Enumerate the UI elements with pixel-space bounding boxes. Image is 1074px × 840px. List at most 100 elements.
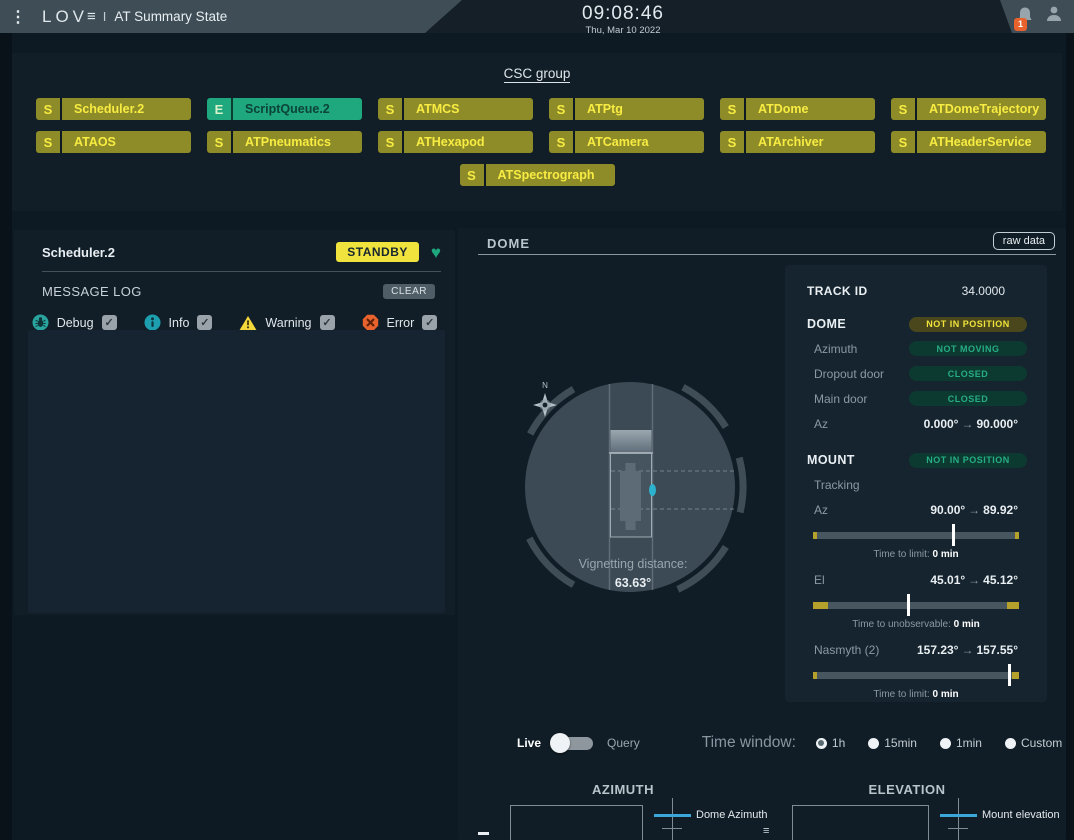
filter-error: Error ✓: [362, 314, 438, 331]
scheduler-title: Scheduler.2: [42, 245, 115, 260]
dome-panel-title: DOME: [487, 236, 530, 251]
csc-button-athexapod[interactable]: SATHexapod: [378, 131, 533, 153]
mount-position-status: NOT IN POSITION: [909, 453, 1027, 468]
filter-label: Debug: [57, 316, 94, 330]
notification-count-badge: 1: [1014, 18, 1027, 31]
filter-debug: Debug ✓: [32, 314, 117, 331]
topbar-left-section: ⋮ LOV ≡ I AT Summary State: [0, 0, 462, 33]
toggle-knob[interactable]: [550, 733, 570, 753]
raw-data-button[interactable]: raw data: [993, 232, 1055, 250]
top-navigation-bar: ⋮ LOV ≡ I AT Summary State 09:08:46 Thu,…: [0, 0, 1074, 33]
dome-shutter-opening: [611, 430, 652, 453]
notifications-bell-icon[interactable]: 1: [1016, 6, 1036, 28]
nasmyth-slider-block: Time to limit: 0 min: [785, 664, 1047, 704]
query-label: Query: [607, 736, 640, 750]
filter-info: Info ✓: [144, 314, 213, 331]
radio-15min[interactable]: [868, 738, 879, 749]
time-window-1h[interactable]: 1h: [816, 736, 845, 750]
csc-state-badge: S: [891, 98, 915, 120]
csc-state-badge: E: [207, 98, 231, 120]
az-target: 90.000°: [976, 417, 1018, 431]
dropout-door-row: Dropout door CLOSED: [785, 361, 1047, 386]
radio-custom[interactable]: [1005, 738, 1016, 749]
csc-group-title: CSC group: [12, 53, 1062, 81]
nasmyth-values: 157.23°→157.55°: [917, 643, 1027, 657]
warning-checkbox[interactable]: ✓: [320, 315, 335, 330]
csc-state-badge: S: [36, 131, 60, 153]
azimuth-marker: [649, 484, 656, 496]
warning-triangle-icon: [239, 315, 257, 331]
csc-state-badge: S: [891, 131, 915, 153]
drag-grip-icon[interactable]: ≡: [763, 825, 769, 837]
live-query-toggle[interactable]: [553, 737, 593, 750]
row-label: Dropout door: [814, 367, 884, 381]
telescope-shape: [620, 463, 641, 530]
csc-state-badge: S: [378, 98, 402, 120]
csc-button-scheduler2[interactable]: SScheduler.2: [36, 98, 191, 120]
azimuth-chart-legend: Dome Azimuth 0: [654, 798, 744, 840]
debug-checkbox[interactable]: ✓: [102, 315, 117, 330]
elevation-chart-title: ELEVATION: [837, 782, 977, 797]
time-window-15min[interactable]: 15min: [868, 736, 917, 750]
csc-label: ATCamera: [575, 131, 704, 153]
vignetting-label: Vignetting distance:: [579, 557, 688, 571]
divider: [478, 254, 1056, 255]
user-icon[interactable]: [1044, 4, 1064, 29]
compass-icon: N: [533, 381, 557, 417]
csc-state-badge: S: [460, 164, 484, 186]
time-window-label: Time window:: [702, 734, 796, 752]
csc-state-badge: S: [378, 131, 402, 153]
time-window-1min[interactable]: 1min: [940, 736, 982, 750]
csc-row-2: SATAOS SATPneumatics SATHexapod SATCamer…: [12, 131, 1062, 153]
log-filters: Debug ✓ Info ✓ Warning ✓ Error ✓: [14, 314, 455, 331]
heartbeat-icon: ♥: [431, 244, 441, 261]
info-checkbox[interactable]: ✓: [197, 315, 212, 330]
csc-label: ATDome: [746, 98, 875, 120]
track-id-label: TRACK ID: [807, 284, 868, 298]
error-checkbox[interactable]: ✓: [422, 315, 437, 330]
love-logo: LOV ≡ I: [42, 7, 114, 27]
clear-button[interactable]: CLEAR: [383, 284, 435, 299]
radio-1h[interactable]: [816, 738, 827, 749]
row-label: Nasmyth (2): [814, 643, 879, 657]
csc-state-badge: S: [36, 98, 60, 120]
radio-1min[interactable]: [940, 738, 951, 749]
filter-label: Info: [169, 316, 190, 330]
csc-button-atheaderservice[interactable]: SATHeaderService: [891, 131, 1046, 153]
csc-button-atpneumatics[interactable]: SATPneumatics: [207, 131, 362, 153]
csc-button-atdometrajectory[interactable]: SATDomeTrajectory: [891, 98, 1046, 120]
csc-button-atarchiver[interactable]: SATArchiver: [720, 131, 875, 153]
filter-label: Error: [387, 316, 415, 330]
dropout-door-status-pill: CLOSED: [909, 366, 1027, 381]
page: ⋮ LOV ≡ I AT Summary State 09:08:46 Thu,…: [0, 0, 1074, 840]
csc-button-scriptqueue2[interactable]: EScriptQueue.2: [207, 98, 362, 120]
csc-button-atcamera[interactable]: SATCamera: [549, 131, 704, 153]
legend-label: Dome Azimuth: [696, 809, 768, 821]
legend-blue-line: [654, 814, 691, 817]
scheduler-panel: Scheduler.2 STANDBY ♥ MESSAGE LOG CLEAR …: [14, 230, 455, 615]
mount-el-slider-block: Time to unobservable: 0 min: [785, 594, 1047, 634]
nasmyth-row: Nasmyth (2) 157.23°→157.55°: [785, 638, 1047, 662]
legend-crosshair-vline: [958, 798, 959, 840]
mount-el-row: El 45.01°→45.12°: [785, 568, 1047, 592]
dome-position-status: NOT IN POSITION: [909, 317, 1027, 332]
dome-mount-status-box: TRACK ID 34.0000 DOME NOT IN POSITION Az…: [785, 265, 1047, 702]
csc-button-ataos[interactable]: SATAOS: [36, 131, 191, 153]
mount-az-limit-slider: [813, 524, 1019, 546]
csc-state-badge: S: [549, 131, 573, 153]
csc-button-atptg[interactable]: SATPtg: [549, 98, 704, 120]
arrow-icon: →: [958, 417, 976, 431]
csc-button-atdome[interactable]: SATDome: [720, 98, 875, 120]
csc-button-atspectrograph[interactable]: SATSpectrograph: [460, 164, 615, 186]
track-id-value: 34.0000: [962, 284, 1005, 298]
time-window-custom[interactable]: Custom: [1005, 736, 1062, 750]
menu-kebab-icon[interactable]: ⋮: [10, 7, 28, 27]
csc-button-atmcs[interactable]: SATMCS: [378, 98, 533, 120]
csc-state-badge: S: [720, 98, 744, 120]
csc-state-badge: S: [207, 131, 231, 153]
main-door-status-pill: CLOSED: [909, 391, 1027, 406]
mount-section-header: MOUNT NOT IN POSITION: [785, 448, 1047, 472]
csc-label: ATMCS: [404, 98, 533, 120]
scheduler-state-badge: STANDBY: [336, 242, 419, 262]
arrow-icon: →: [965, 573, 983, 587]
